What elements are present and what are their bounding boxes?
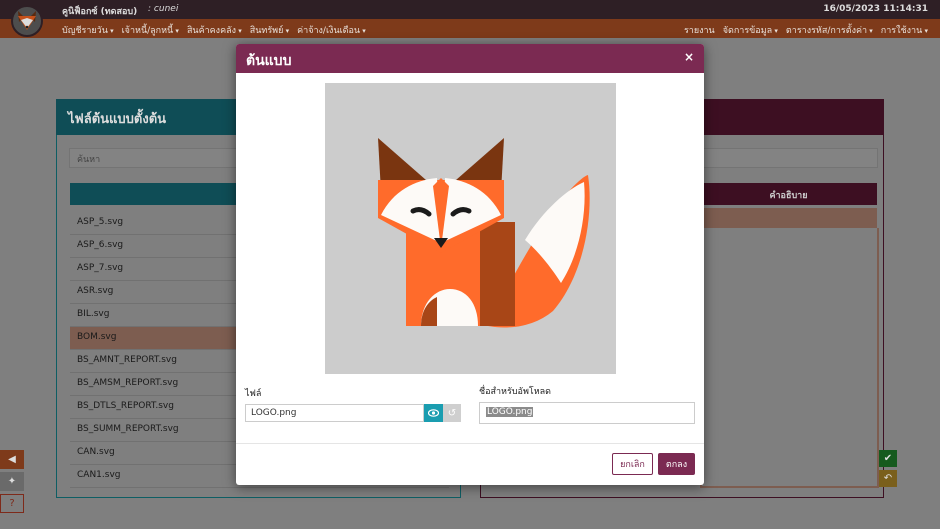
file-label: ไฟล์ xyxy=(245,389,262,399)
template-modal: ต้นแบบ × ไฟล์ ชื่อสำหรับอัพโหลด LOGO.png… xyxy=(236,44,704,485)
current-date: 16/05/2023 xyxy=(823,4,880,14)
upload-name-field[interactable]: LOGO.png xyxy=(479,402,695,424)
menu-inventory[interactable]: สินค้าคงคลัง xyxy=(187,23,242,37)
menu-assets[interactable]: สินทรัพย์ xyxy=(250,23,289,37)
menu-data-management[interactable]: จัดการข้อมูล xyxy=(723,23,778,37)
menu-payroll[interactable]: ค่าจ้าง/เงินเดือน xyxy=(297,23,366,37)
company-name: คูนิฟ็อกซ์ (ทดสอบ) xyxy=(62,7,138,17)
fox-logo-icon[interactable] xyxy=(11,5,43,37)
column-header-description[interactable]: คำอธิบาย xyxy=(700,183,877,205)
cancel-button[interactable]: ยกเลิก xyxy=(612,453,653,475)
pin-icon[interactable]: ✦ xyxy=(0,472,24,491)
description-list xyxy=(700,228,879,488)
menu-usage[interactable]: การใช้งาน xyxy=(881,23,928,37)
current-time: 11:14:31 xyxy=(883,4,928,14)
main-menu: บัญชีรายวัน เจ้าหนี้/ลูกหนี้ สินค้าคงคลั… xyxy=(0,19,940,38)
close-icon[interactable]: × xyxy=(684,50,694,64)
upload-name-value: LOGO.png xyxy=(486,407,534,417)
top-header: คูนิฟ็อกซ์ (ทดสอบ) : cunei 16/05/2023 11… xyxy=(0,0,940,19)
modal-header: ต้นแบบ × xyxy=(236,44,704,73)
menu-journal[interactable]: บัญชีรายวัน xyxy=(62,23,114,37)
eye-icon[interactable] xyxy=(424,404,443,422)
check-icon[interactable]: ✔ xyxy=(879,450,897,467)
detail-search-input[interactable] xyxy=(700,148,878,168)
modal-footer-divider xyxy=(236,443,704,444)
menu-payable-receivable[interactable]: เจ้าหนี้/ลูกหนี้ xyxy=(122,23,179,37)
modal-title: ต้นแบบ xyxy=(246,53,292,69)
undo-icon[interactable]: ↺ xyxy=(443,404,461,422)
selected-description-row[interactable] xyxy=(700,208,877,228)
confirm-button[interactable]: ตกลง xyxy=(658,453,695,475)
logo-preview-image xyxy=(325,83,616,374)
back-arrow-icon[interactable]: ◀ xyxy=(0,450,24,469)
file-field[interactable]: LOGO.png xyxy=(245,404,424,422)
menu-settings[interactable]: ตารางรหัส/การตั้งค่า xyxy=(786,23,873,37)
user-name: : cunei xyxy=(148,4,179,14)
help-icon[interactable]: ? xyxy=(0,494,24,513)
fox-logo-icon xyxy=(378,138,590,328)
upload-name-label: ชื่อสำหรับอัพโหลด xyxy=(479,387,552,397)
undo-icon[interactable]: ↶ xyxy=(879,470,897,487)
menu-reports[interactable]: รายงาน xyxy=(684,23,715,37)
